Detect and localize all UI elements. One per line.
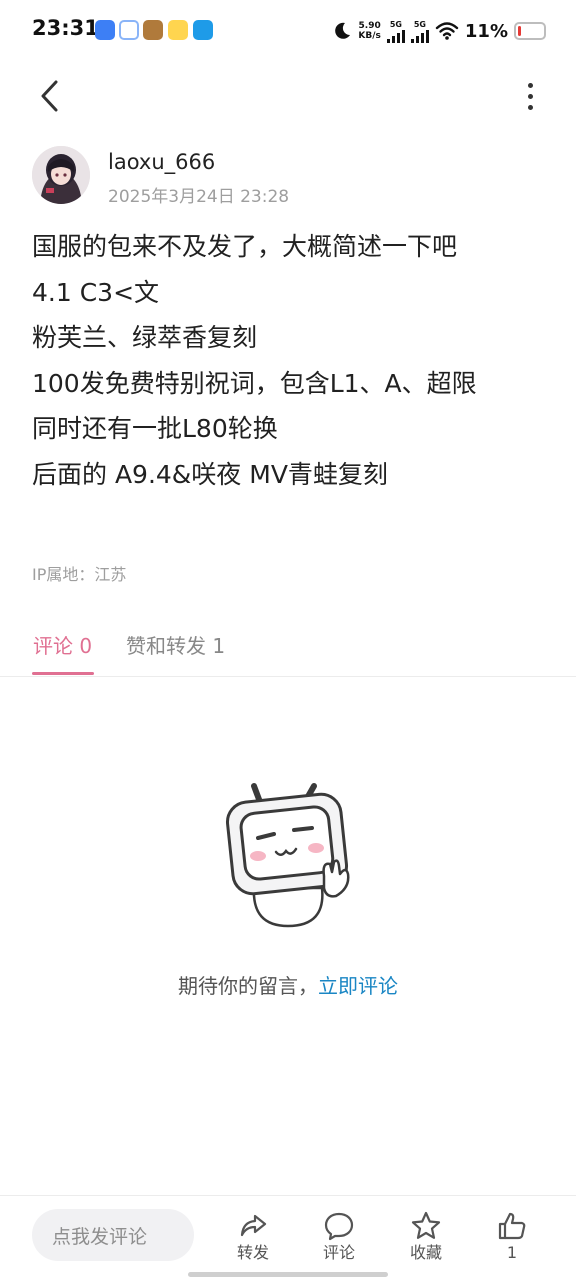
battery-percent: 11% (464, 20, 508, 42)
notification-app-icon (95, 20, 115, 40)
home-indicator[interactable] (188, 1272, 388, 1277)
avatar[interactable] (32, 146, 90, 204)
chevron-left-icon (41, 80, 58, 112)
status-bar: 23:31 5.90 KB/s 5G 5G 11% (0, 0, 576, 62)
more-options-button[interactable] (520, 76, 540, 116)
active-tab-indicator (32, 672, 94, 675)
battery-fill (518, 26, 521, 36)
post-time: 2025年3月24日 23:28 (108, 187, 290, 207)
notification-app-icon (119, 20, 139, 40)
signal-indicator: 5G (410, 20, 429, 43)
post-line: 同时还有一批L80轮换 (32, 414, 278, 443)
wifi-icon (435, 22, 459, 40)
comment-input[interactable]: 点我发评论 (32, 1209, 194, 1261)
comment-button[interactable]: 评论 (311, 1210, 367, 1262)
share-icon (240, 1214, 267, 1237)
tab-likes-and-reposts[interactable]: 赞和转发 1 (126, 630, 225, 659)
notification-app-icon (193, 20, 213, 40)
signal-indicator: 5G (386, 20, 405, 43)
like-button[interactable]: 1 (484, 1210, 540, 1262)
post-content: 国服的包来不及发了，大概简述一下吧 4.1 C3<文 粉芙兰、绿萃香复刻 100… (32, 224, 552, 497)
post-line: 后面的 A9.4&咲夜 MV青蛙复刻 (32, 459, 388, 489)
favorite-button[interactable]: 收藏 (398, 1210, 454, 1262)
notification-app-icon (168, 20, 188, 40)
more-vertical-icon (527, 82, 533, 88)
battery-icon (514, 22, 546, 40)
empty-comments-message: 期待你的留言，立即评论 (0, 970, 576, 999)
empty-message-text: 期待你的留言， (178, 974, 318, 998)
thumbs-up-icon (498, 1212, 526, 1240)
back-button[interactable] (30, 76, 70, 116)
star-icon (411, 1211, 441, 1239)
signal-bars-icon (386, 29, 405, 43)
like-count: 1 (506, 1243, 518, 1262)
net-speed: 5.90 KB/s (358, 21, 381, 41)
notification-app-icon (143, 20, 163, 40)
comment-now-link[interactable]: 立即评论 (318, 974, 398, 998)
post-line: 4.1 C3<文 (32, 277, 160, 307)
post-line: 100发免费特别祝词，包含L1、A、超限 (32, 368, 477, 398)
comment-label: 评论 (322, 1243, 355, 1262)
divider (0, 676, 576, 677)
ip-location: IP属地：江苏 (32, 565, 127, 584)
author-name[interactable]: laoxu_666 (108, 150, 215, 174)
share-button[interactable]: 转发 (225, 1210, 281, 1262)
empty-comments-illustration (218, 780, 364, 930)
status-indicators: 5.90 KB/s 5G 5G 11% (332, 14, 546, 48)
moon-icon (335, 22, 351, 39)
tab-comments[interactable]: 评论 0 (33, 630, 92, 659)
signal-bars-icon (410, 29, 429, 43)
comment-icon (324, 1212, 354, 1241)
status-time: 23:31 (32, 16, 99, 40)
post-line: 国服的包来不及发了，大概简述一下吧 (32, 232, 458, 261)
share-label: 转发 (236, 1243, 269, 1262)
divider (0, 1195, 576, 1196)
post-line: 粉芙兰、绿萃香复刻 (32, 323, 258, 352)
favorite-label: 收藏 (409, 1243, 442, 1262)
avatar-image (32, 146, 90, 204)
